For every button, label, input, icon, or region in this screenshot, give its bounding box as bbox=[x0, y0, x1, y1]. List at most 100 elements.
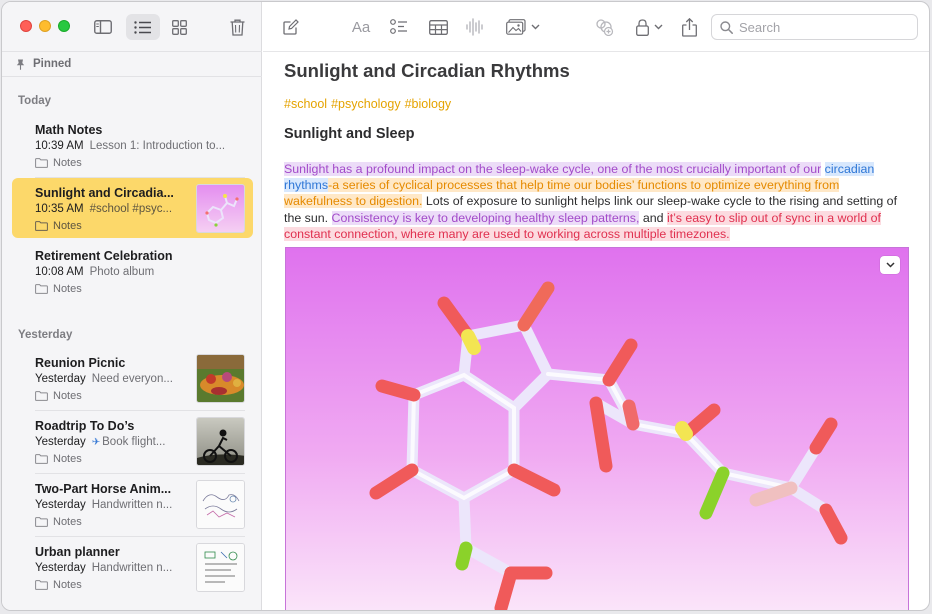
note-title: Sunlight and Circadia... bbox=[35, 186, 174, 200]
note-item-math-notes[interactable]: Math Notes 10:39 AM Lesson 1: Introductio… bbox=[12, 115, 253, 175]
delete-note-button[interactable] bbox=[220, 14, 254, 40]
media-icon bbox=[506, 19, 526, 35]
folder-icon bbox=[35, 284, 48, 294]
format-button[interactable]: Aa bbox=[349, 16, 373, 38]
note-title: Reunion Picnic bbox=[35, 356, 126, 370]
pin-icon bbox=[16, 59, 25, 70]
gallery-view-icon bbox=[171, 19, 187, 35]
note-time: Yesterday bbox=[35, 373, 86, 385]
plain-text: and bbox=[639, 210, 667, 225]
table-button[interactable] bbox=[427, 16, 449, 38]
list-view-button[interactable] bbox=[126, 14, 160, 40]
image-options-button[interactable] bbox=[880, 256, 900, 274]
note-preview: Need everyon... bbox=[91, 373, 173, 385]
note-editor[interactable]: Sunlight and Circadian Rhythms #school #p… bbox=[263, 53, 929, 610]
minimize-window-button[interactable] bbox=[39, 20, 51, 32]
chevron-down-icon bbox=[654, 24, 662, 30]
tag-psychology[interactable]: #psychology bbox=[331, 97, 401, 111]
note-folder-label: Notes bbox=[53, 516, 82, 528]
section-header-yesterday: Yesterday bbox=[18, 329, 73, 341]
note-title: Roadtrip To Do’s bbox=[35, 419, 135, 433]
tag-school[interactable]: #school bbox=[284, 97, 327, 111]
collaborate-button[interactable] bbox=[593, 16, 615, 38]
new-note-button[interactable] bbox=[281, 16, 301, 38]
folder-icon bbox=[35, 454, 48, 464]
table-icon bbox=[428, 19, 448, 35]
search-field[interactable] bbox=[711, 14, 918, 40]
note-time: 10:35 AM bbox=[35, 203, 84, 215]
share-button[interactable] bbox=[679, 16, 699, 38]
molecule-illustration bbox=[286, 248, 908, 610]
media-button[interactable] bbox=[503, 16, 543, 38]
collaborate-icon bbox=[596, 19, 614, 36]
note-preview: #school #psyc... bbox=[89, 203, 173, 215]
note-title: Math Notes bbox=[35, 123, 103, 137]
sidebar: Pinned Today Math Notes 10:39 AM Lesson 1… bbox=[2, 2, 262, 610]
note-time: Yesterday bbox=[35, 499, 86, 511]
audio-recording-button[interactable] bbox=[465, 16, 485, 38]
note-paragraph: Sunlight has a profound impact on the sl… bbox=[284, 161, 906, 242]
note-folder-label: Notes bbox=[53, 157, 82, 169]
note-time: 10:08 AM bbox=[35, 266, 84, 278]
close-window-button[interactable] bbox=[20, 20, 32, 32]
note-item-urban-planner[interactable]: Urban planner Yesterday Handwritten n... … bbox=[12, 537, 253, 597]
checklist-button[interactable] bbox=[389, 16, 409, 38]
folder-icon bbox=[35, 391, 48, 401]
note-folder-label: Notes bbox=[53, 390, 82, 402]
gallery-view-button[interactable] bbox=[162, 14, 196, 40]
note-time: Yesterday bbox=[35, 436, 86, 448]
lock-icon bbox=[635, 18, 649, 36]
folder-icon bbox=[35, 158, 48, 168]
note-item-retirement-celebration[interactable]: Retirement Celebration 10:08 AM Photo alb… bbox=[12, 241, 253, 301]
note-preview: Book flight... bbox=[102, 436, 166, 448]
search-input[interactable] bbox=[739, 19, 909, 35]
airplane-icon: ✈ bbox=[91, 437, 101, 448]
compose-icon bbox=[283, 19, 299, 35]
note-item-sunlight-circadian[interactable]: Sunlight and Circadia... 10:35 AM #school… bbox=[12, 178, 253, 238]
note-thumbnail-molecule bbox=[196, 184, 245, 233]
note-folder-label: Notes bbox=[53, 220, 82, 232]
tag-biology[interactable]: #biology bbox=[405, 97, 452, 111]
note-title-heading: Sunlight and Circadian Rhythms bbox=[284, 60, 570, 81]
pinned-label: Pinned bbox=[33, 58, 72, 70]
note-thumbnail-bike-photo bbox=[196, 417, 245, 466]
note-folder-label: Notes bbox=[53, 283, 82, 295]
note-folder-label: Notes bbox=[53, 453, 82, 465]
sidebar-toolbar bbox=[2, 2, 262, 52]
folder-icon bbox=[35, 221, 48, 231]
editor-toolbar: Aa bbox=[263, 2, 929, 52]
note-time: Yesterday bbox=[35, 562, 86, 574]
note-title: Urban planner bbox=[35, 545, 120, 559]
note-preview: Lesson 1: Introduction to... bbox=[89, 140, 226, 152]
folder-icon bbox=[35, 580, 48, 590]
folder-icon bbox=[35, 517, 48, 527]
note-title: Retirement Celebration bbox=[35, 249, 173, 263]
highlight-purple-text: Consistency is key to developing healthy… bbox=[331, 210, 640, 225]
pinned-section-header[interactable]: Pinned bbox=[2, 52, 262, 77]
tag-list: #school #psychology #biology bbox=[284, 97, 455, 111]
chevron-down-icon bbox=[531, 24, 540, 30]
section-heading: Sunlight and Sleep bbox=[284, 126, 415, 142]
lock-note-button[interactable] bbox=[633, 16, 665, 38]
note-preview: Handwritten n... bbox=[91, 499, 173, 511]
search-icon bbox=[720, 20, 733, 34]
section-header-today: Today bbox=[18, 95, 52, 107]
checklist-icon bbox=[390, 19, 407, 34]
audio-waveform-icon bbox=[466, 18, 483, 36]
sidebar-toggle-button[interactable] bbox=[86, 14, 120, 40]
trash-icon bbox=[230, 19, 244, 36]
note-item-reunion-picnic[interactable]: Reunion Picnic Yesterday Need everyon... … bbox=[12, 348, 253, 408]
note-thumbnail-urban-sketch bbox=[196, 543, 245, 592]
sidebar-toggle-icon bbox=[94, 20, 112, 34]
note-preview: Handwritten n... bbox=[91, 562, 173, 574]
share-icon bbox=[681, 17, 697, 37]
note-item-two-part-horse[interactable]: Two-Part Horse Anim... Yesterday Handwrit… bbox=[12, 474, 253, 534]
zoom-window-button[interactable] bbox=[58, 20, 70, 32]
note-time: 10:39 AM bbox=[35, 140, 84, 152]
note-item-roadtrip-todos[interactable]: Roadtrip To Do’s Yesterday ✈ Book flight..… bbox=[12, 411, 253, 471]
chevron-down-icon bbox=[885, 262, 895, 268]
note-thumbnail-horse-sketch bbox=[196, 480, 245, 529]
highlight-purple-text: Sunlight has a profound impact on the sl… bbox=[284, 162, 822, 176]
note-folder-label: Notes bbox=[53, 579, 82, 591]
molecule-image[interactable] bbox=[285, 247, 909, 610]
